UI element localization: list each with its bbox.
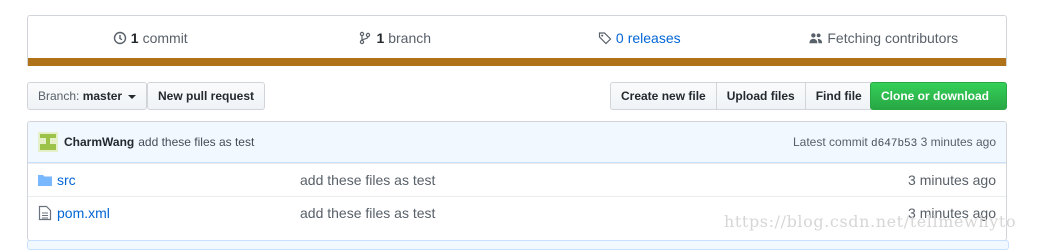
repo-summary: 1 commit 1 branch 0 releases Fetching co… <box>27 15 1007 66</box>
latest-commit-bar: CharmWang add these files as test Latest… <box>28 122 1006 163</box>
upload-files-button[interactable]: Upload files <box>715 82 806 110</box>
create-new-file-button[interactable]: Create new file <box>610 82 717 110</box>
history-icon <box>113 31 126 44</box>
commit-author[interactable]: CharmWang <box>64 135 134 149</box>
tag-icon <box>598 31 612 44</box>
file-age: 3 minutes ago <box>908 172 996 188</box>
commits-link[interactable]: 1 commit <box>28 30 273 46</box>
find-file-button[interactable]: Find file <box>804 82 873 110</box>
file-name[interactable]: src <box>57 172 300 188</box>
branch-name: master <box>82 89 123 103</box>
clone-or-download-label: Clone or download <box>881 89 989 103</box>
readme-header <box>27 240 1009 250</box>
branch-select-button[interactable]: Branch: master <box>27 82 148 110</box>
contributors-link[interactable]: Fetching contributors <box>762 30 1007 46</box>
file-commit-message[interactable]: add these files as test <box>300 205 435 221</box>
latest-commit-info: Latest commit d647b53 3 minutes ago <box>793 135 996 150</box>
people-icon <box>809 32 823 43</box>
language-bar <box>28 58 1006 66</box>
commits-label: commit <box>142 29 188 46</box>
table-row: src add these files as test 3 minutes ag… <box>28 163 1006 196</box>
releases-count: 0 <box>615 29 624 46</box>
watermark: https://blog.csdn.net/tellmewhyto <box>724 212 1017 231</box>
branch-icon <box>360 31 371 44</box>
clone-or-download-button[interactable]: Clone or download <box>870 82 1007 125</box>
contributors-label: Fetching contributors <box>827 29 959 46</box>
latest-commit-prefix: Latest commit <box>793 134 868 149</box>
caret-down-icon <box>128 94 137 99</box>
releases-label: releases <box>627 29 681 46</box>
branch-prefix: Branch: <box>38 89 80 103</box>
branches-label: branch <box>388 29 432 46</box>
commits-count: 1 <box>130 29 139 46</box>
branches-count: 1 <box>376 29 385 46</box>
branches-link[interactable]: 1 branch <box>273 30 518 46</box>
commit-age: 3 minutes ago <box>920 134 996 149</box>
new-pull-request-button[interactable]: New pull request <box>147 82 266 110</box>
folder-icon <box>38 175 52 186</box>
file-actions-group: Create new file Upload files Find file <box>610 82 873 110</box>
commit-sha[interactable]: d647b53 <box>871 138 917 150</box>
releases-link[interactable]: 0 releases <box>517 30 762 46</box>
avatar[interactable] <box>38 132 58 152</box>
file-icon <box>38 205 52 221</box>
file-navigation: Branch: master New pull request Create n… <box>27 82 1007 125</box>
file-commit-message[interactable]: add these files as test <box>300 172 435 188</box>
commit-message[interactable]: add these files as test <box>138 135 254 149</box>
file-name[interactable]: pom.xml <box>57 205 300 221</box>
